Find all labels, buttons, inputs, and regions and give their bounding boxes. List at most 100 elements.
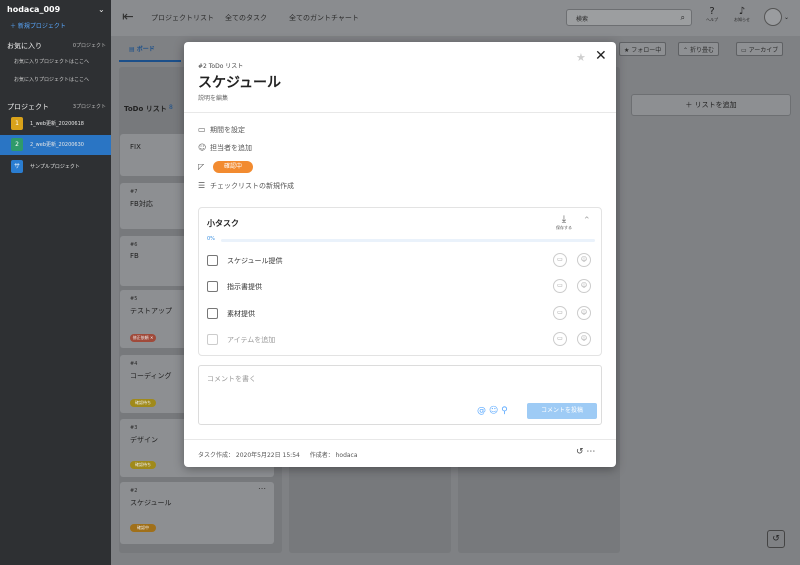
comment-placeholder: コメントを書く <box>207 375 256 383</box>
person-icon[interactable]: ☺ <box>577 332 591 346</box>
avatar[interactable] <box>764 8 782 26</box>
follow-label: フォロー中 <box>631 47 662 54</box>
project-name: 2_web更新_20200630 <box>30 142 84 148</box>
card-title: コーディング <box>130 372 172 380</box>
new-project-label: 新規プロジェクト <box>17 23 66 30</box>
task-card[interactable]: #2 スケジュール 確認中 ⋯ <box>120 482 274 544</box>
search-icon[interactable]: ⌕ <box>681 13 685 23</box>
history-icon[interactable]: ↺ <box>767 530 785 548</box>
calendar-icon[interactable]: ▭ <box>553 253 567 267</box>
column-title: ToDo リスト <box>124 105 167 113</box>
status-badge: 修正依頼 ✕ <box>130 334 156 342</box>
new-checklist-row[interactable]: ☰ チェックリストの新規作成 <box>198 181 294 191</box>
favorite-placeholder: お気に入りプロジェクトはここへ <box>14 77 90 83</box>
set-period-label: 期間を設定 <box>210 126 245 134</box>
subtask-label[interactable]: 素材提供 <box>227 309 255 319</box>
notification-label: お知らせ <box>734 17 750 22</box>
task-title[interactable]: スケジュール <box>198 72 281 92</box>
more-icon[interactable]: ⋯ <box>258 484 266 493</box>
add-assignee-row[interactable]: ☺ 担当者を追加 <box>198 143 252 153</box>
history-icon[interactable]: ↺ <box>576 447 584 457</box>
subtask-panel: 小タスク ⤓ 保存する ⌃ 0% スケジュール提供 ▭ ☺ 指示書提供 ▭ ☺ … <box>198 207 602 356</box>
subtask-checkbox <box>207 334 218 345</box>
comment-input[interactable]: コメントを書く @ ☺ ⚲ コメントを投稿 <box>198 365 602 425</box>
chevron-up-icon[interactable]: ⌃ <box>583 216 591 226</box>
card-title: デザイン <box>130 436 158 444</box>
calendar-icon[interactable]: ▭ <box>553 306 567 320</box>
project-item[interactable]: 1 1_web更新_20200618 <box>0 114 111 134</box>
collapse-button[interactable]: ⌃ 折り畳む <box>678 42 719 56</box>
subtask-label[interactable]: スケジュール提供 <box>227 256 283 266</box>
download-icon: ⤓ <box>561 214 567 225</box>
nav-all-gantt[interactable]: 全てのガントチャート <box>289 13 359 23</box>
card-title: FB <box>130 252 139 260</box>
set-period-row[interactable]: ▭ 期間を設定 <box>198 125 245 135</box>
close-icon[interactable]: ✕ <box>595 48 607 64</box>
projects-count: 3プロジェクト <box>72 104 106 110</box>
new-checklist-label: チェックリストの新規作成 <box>210 182 294 190</box>
card-title: テストアップ <box>130 307 172 315</box>
tab-board[interactable]: ▤ ボード <box>129 44 155 53</box>
follow-button[interactable]: ★ フォロー中 <box>619 42 667 56</box>
status-badge[interactable]: 確認中 <box>213 161 253 173</box>
projects-heading: プロジェクト <box>7 103 49 111</box>
notification-button[interactable]: ♪ お知らせ <box>732 6 752 23</box>
card-title: FB対応 <box>130 200 153 208</box>
footer-actions: ↺ ⋯ <box>576 447 595 457</box>
person-icon[interactable]: ☺ <box>577 279 591 293</box>
card-title: FIX <box>130 143 141 151</box>
search-placeholder: 検索 <box>576 16 589 23</box>
subtask-item: 指示書提供 ▭ ☺ <box>207 277 597 297</box>
project-item-active[interactable]: 2 2_web更新_20200630 <box>0 135 111 155</box>
sidebar: hodaca_009 ⌄ ＋ 新規プロジェクト お気に入り 0プロジェクト お気… <box>0 0 111 565</box>
star-icon[interactable]: ★ <box>576 51 586 64</box>
nav-all-tasks[interactable]: 全てのタスク <box>225 13 267 23</box>
task-detail-modal: ★ ✕ #2 ToDo リスト スケジュール 説明を編集 ▭ 期間を設定 ☺ 担当者… <box>184 42 616 467</box>
favorites-count: 0プロジェクト <box>72 43 106 49</box>
project-item[interactable]: サ サンプルプロジェクト <box>0 157 111 177</box>
subtask-checkbox[interactable] <box>207 308 218 319</box>
comment-tools: @ ☺ ⚲ <box>477 406 508 416</box>
task-meta: タスク作成： 2020年5月22日 15:54 作成者： hodaca <box>198 450 358 459</box>
more-icon[interactable]: ⋯ <box>586 447 595 457</box>
archive-button[interactable]: ▭ アーカイブ <box>736 42 784 56</box>
card-number: #5 <box>130 296 138 302</box>
person-icon[interactable]: ☺ <box>577 253 591 267</box>
help-button[interactable]: ? ヘルプ <box>702 6 722 23</box>
folder-icon: ▭ <box>741 47 749 54</box>
calendar-icon: ▭ <box>198 125 206 134</box>
attach-icon[interactable]: ⚲ <box>501 406 508 416</box>
project-name: 1_web更新_20200618 <box>30 121 84 127</box>
emoji-icon[interactable]: ☺ <box>489 406 498 416</box>
person-icon[interactable]: ☺ <box>577 306 591 320</box>
calendar-icon[interactable]: ▭ <box>553 279 567 293</box>
card-number: #6 <box>130 242 138 248</box>
subtask-item: スケジュール提供 ▭ ☺ <box>207 251 597 271</box>
add-assignee-label: 担当者を追加 <box>210 144 252 152</box>
add-subtask-input[interactable]: アイテムを追加 <box>227 335 275 345</box>
chevron-down-icon[interactable]: ⌄ <box>98 5 105 14</box>
subtask-checkbox[interactable] <box>207 255 218 266</box>
save-subtask-button[interactable]: ⤓ 保存する <box>556 214 572 231</box>
collapse-sidebar-icon[interactable]: ⇤ <box>122 9 134 25</box>
add-subtask-row: アイテムを追加 ▭ ☺ <box>207 330 597 350</box>
card-title: スケジュール <box>130 499 172 507</box>
subtask-checkbox[interactable] <box>207 281 218 292</box>
subtask-label[interactable]: 指示書提供 <box>227 282 262 292</box>
project-avatar: サ <box>11 160 23 173</box>
subtask-progress-bar <box>221 239 595 242</box>
post-comment-button[interactable]: コメントを投稿 <box>527 403 597 419</box>
edit-description-link[interactable]: 説明を編集 <box>198 93 228 102</box>
project-avatar: 1 <box>11 117 23 130</box>
nav-project-list[interactable]: プロジェクトリスト <box>151 13 214 23</box>
status-badge: 確認待ち <box>130 399 156 407</box>
search-input[interactable]: 検索 ⌕ <box>566 9 692 26</box>
mention-icon[interactable]: @ <box>477 406 486 416</box>
favorite-placeholder: お気に入りプロジェクトはここへ <box>14 59 90 65</box>
new-project-link[interactable]: ＋ 新規プロジェクト <box>10 21 66 30</box>
calendar-icon[interactable]: ▭ <box>553 332 567 346</box>
workspace-name[interactable]: hodaca_009 <box>7 5 60 14</box>
chevron-down-icon[interactable]: ⌄ <box>784 14 789 21</box>
add-list-button[interactable]: ＋ リストを追加 <box>631 94 791 116</box>
